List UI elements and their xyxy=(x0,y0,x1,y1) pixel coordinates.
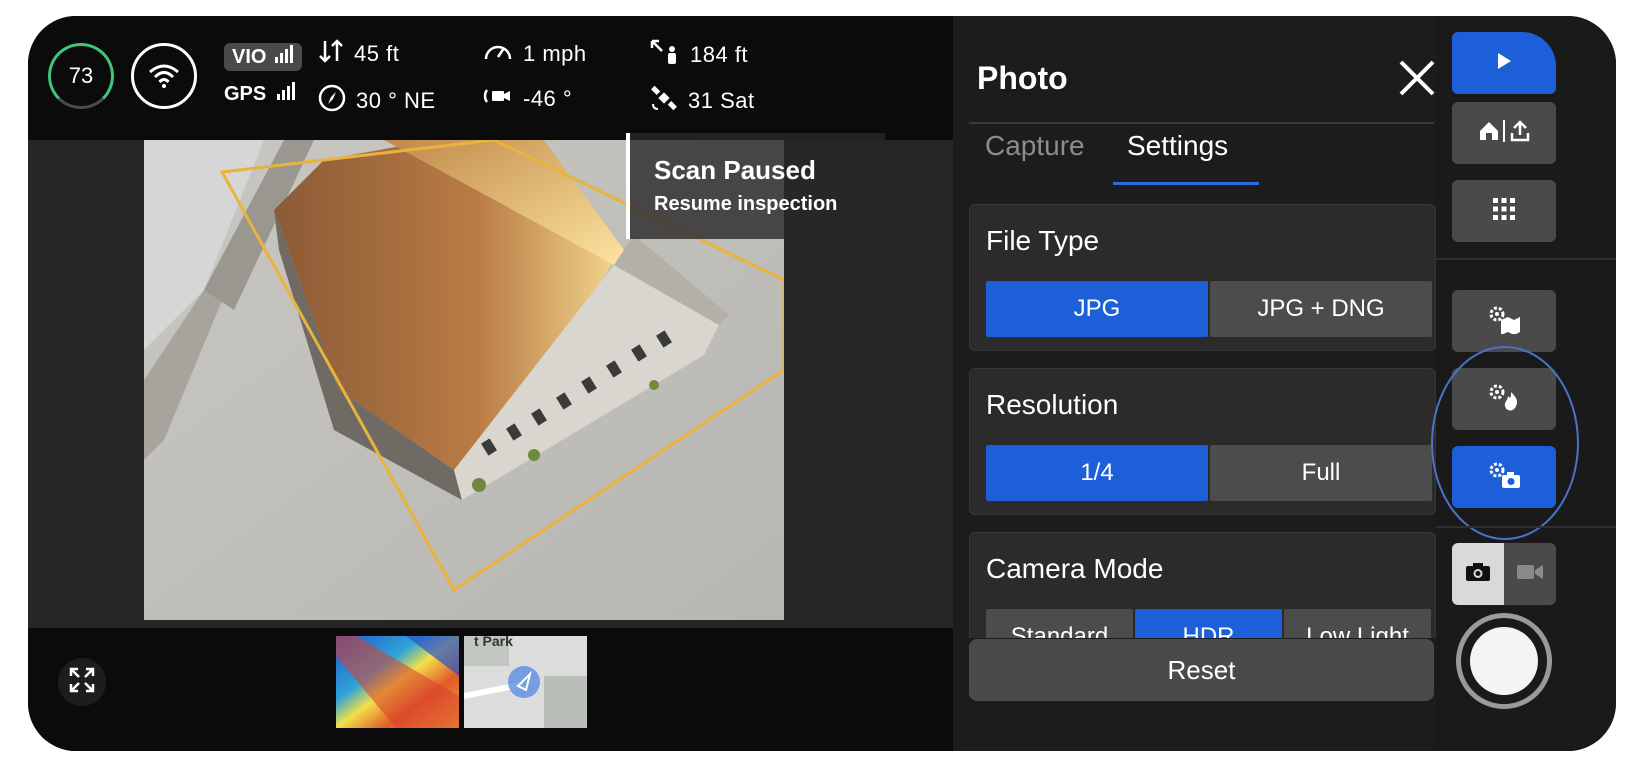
battery-indicator[interactable]: 73 xyxy=(48,43,114,109)
shutter-inner xyxy=(1470,627,1538,695)
file-type-card: File Type JPG JPG + DNG xyxy=(969,204,1436,351)
camera-mode-selector: Standard HDR Low Light xyxy=(986,609,1431,638)
video-icon xyxy=(1516,563,1544,586)
gimbal-camera-icon xyxy=(483,84,513,114)
altitude-readout: 45 ft xyxy=(318,39,399,69)
photo-mode-button[interactable] xyxy=(1452,543,1504,605)
camera-mode-card: Camera Mode Standard HDR Low Light xyxy=(969,532,1436,638)
rail-divider xyxy=(1436,258,1616,260)
resolution-card: Resolution 1/4 Full xyxy=(969,368,1436,515)
file-type-selector: JPG JPG + DNG xyxy=(986,281,1432,337)
camera-mode-clip: Camera Mode Standard HDR Low Light xyxy=(953,532,1436,638)
camera-mode-standard-option[interactable]: Standard xyxy=(986,609,1133,638)
satellite-readout: 31 Sat xyxy=(650,84,755,118)
file-type-jpg-option[interactable]: JPG xyxy=(986,281,1208,337)
camera-icon xyxy=(1465,562,1491,587)
home-upload-icon xyxy=(1476,118,1532,149)
right-rail xyxy=(1431,16,1616,751)
telemetry-bar: 73 VIO GPS 45 ft 30 ° NE 1 mph -46 ° 184… xyxy=(28,16,953,140)
fullscreen-button[interactable] xyxy=(58,658,106,706)
speed-readout: 1 mph xyxy=(483,39,587,69)
photo-settings-panel: Photo Capture Settings File Type JPG JPG… xyxy=(953,16,1436,751)
expand-icon xyxy=(69,667,95,698)
gps-label: GPS xyxy=(224,82,267,105)
camera-mode-low-light-option[interactable]: Low Light xyxy=(1284,609,1431,638)
compass-icon xyxy=(318,84,346,118)
camera-mode-hdr-option[interactable]: HDR xyxy=(1135,609,1282,638)
gps-status: GPS xyxy=(224,82,296,106)
map-thumbnail[interactable]: t Park xyxy=(464,636,587,728)
altitude-icon xyxy=(318,39,344,69)
play-button[interactable] xyxy=(1452,32,1556,94)
signal-icon xyxy=(274,45,294,69)
scan-paused-banner[interactable]: Scan Paused Resume inspection xyxy=(626,133,885,239)
wifi-icon[interactable] xyxy=(131,43,197,109)
vio-status: VIO xyxy=(224,43,303,71)
grid-icon xyxy=(1492,197,1516,226)
highlight-ring xyxy=(1431,346,1579,540)
panel-title: Photo xyxy=(977,60,1068,96)
resolution-full-option[interactable]: Full xyxy=(1210,445,1432,501)
resolution-selector: 1/4 Full xyxy=(986,445,1432,501)
battery-percent: 73 xyxy=(68,63,94,88)
thermal-thumbnail[interactable] xyxy=(336,636,459,728)
file-type-label: File Type xyxy=(986,225,1100,256)
shutter-button[interactable] xyxy=(1456,613,1552,709)
capture-mode-toggle xyxy=(1452,543,1556,605)
distance-readout: 184 ft xyxy=(650,39,748,71)
resume-inspection-link[interactable]: Resume inspection xyxy=(654,193,837,216)
heading-value: 30 ° NE xyxy=(356,88,436,113)
play-icon xyxy=(1496,52,1512,75)
camera-mode-label: Camera Mode xyxy=(986,553,1164,584)
map-settings-button[interactable] xyxy=(1452,290,1556,352)
resolution-quarter-option[interactable]: 1/4 xyxy=(986,445,1208,501)
close-button[interactable] xyxy=(1393,56,1441,104)
active-tab-indicator xyxy=(1113,182,1259,185)
distance-from-pilot-icon xyxy=(650,39,680,71)
file-type-jpg-dng-option[interactable]: JPG + DNG xyxy=(1210,281,1432,337)
vio-label: VIO xyxy=(232,45,267,68)
map-settings-icon xyxy=(1487,304,1521,339)
gimbal-readout: -46 ° xyxy=(483,84,572,114)
map-thumb-text: t Park xyxy=(474,636,513,649)
rail-divider xyxy=(1436,526,1616,528)
scan-title: Scan Paused xyxy=(654,155,816,185)
return-home-button[interactable] xyxy=(1452,102,1556,164)
satellite-icon xyxy=(650,84,678,118)
tab-settings[interactable]: Settings xyxy=(1127,130,1228,162)
tab-capture[interactable]: Capture xyxy=(985,130,1085,162)
tabs-divider xyxy=(969,122,1434,124)
video-mode-button[interactable] xyxy=(1504,543,1556,605)
bottom-strip: t Park xyxy=(28,628,953,751)
altitude-value: 45 ft xyxy=(354,41,400,66)
gimbal-value: -46 ° xyxy=(523,86,573,111)
speedometer-icon xyxy=(483,39,513,69)
distance-value: 184 ft xyxy=(690,42,749,67)
resolution-label: Resolution xyxy=(986,389,1119,420)
satellite-count: 31 Sat xyxy=(688,88,755,113)
reset-button[interactable]: Reset xyxy=(969,639,1434,701)
app-frame: 73 VIO GPS 45 ft 30 ° NE 1 mph -46 ° 184… xyxy=(28,16,1616,751)
heading-readout: 30 ° NE xyxy=(318,84,436,118)
signal-icon xyxy=(276,82,296,106)
close-icon xyxy=(1398,59,1436,102)
speed-value: 1 mph xyxy=(523,41,587,66)
menu-grid-button[interactable] xyxy=(1452,180,1556,242)
